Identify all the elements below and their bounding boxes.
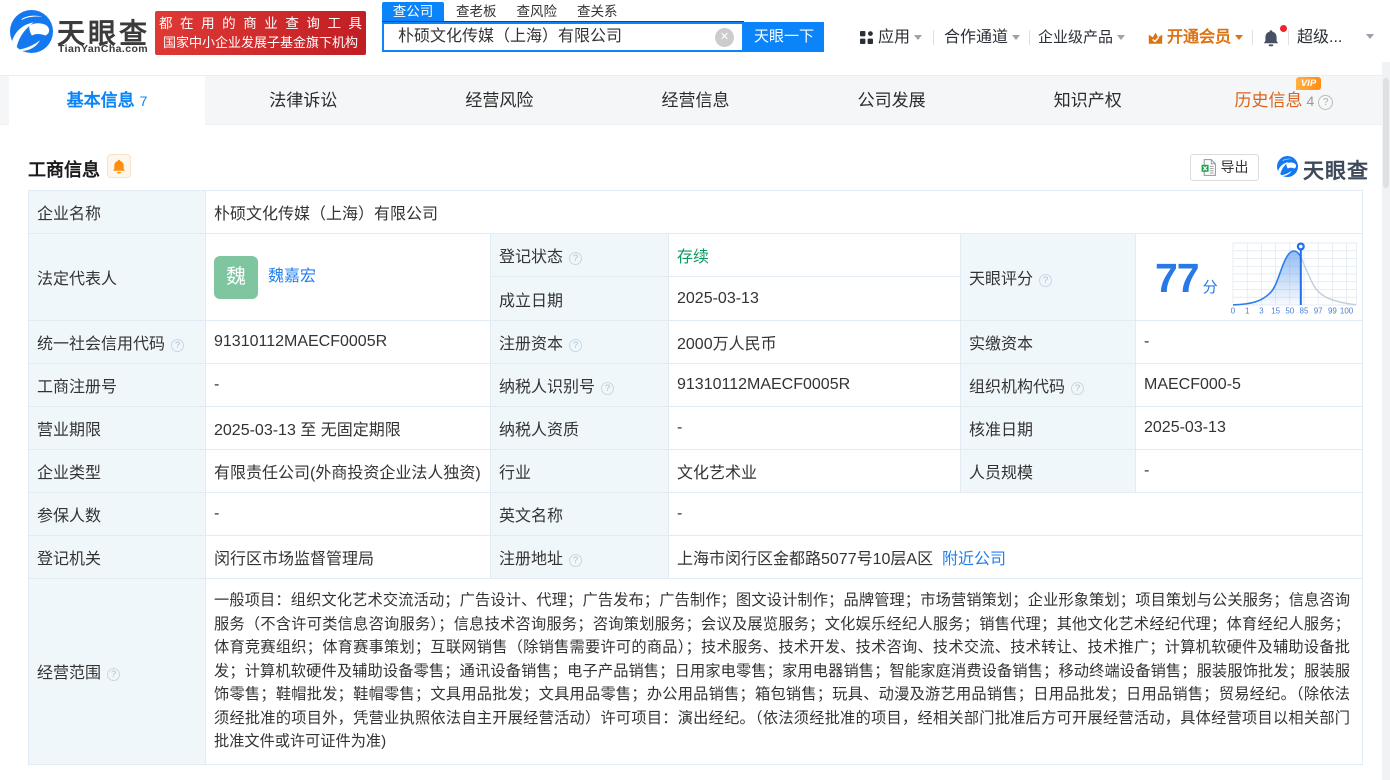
svg-text:85: 85: [1300, 307, 1309, 316]
svg-text:0: 0: [1231, 307, 1236, 316]
svg-text:3: 3: [1259, 307, 1264, 316]
svg-text:50: 50: [1285, 307, 1294, 316]
svg-text:100: 100: [1340, 307, 1354, 316]
svg-text:1: 1: [1245, 307, 1250, 316]
svg-text:15: 15: [1271, 307, 1280, 316]
svg-text:97: 97: [1314, 307, 1323, 316]
svg-text:99: 99: [1328, 307, 1337, 316]
